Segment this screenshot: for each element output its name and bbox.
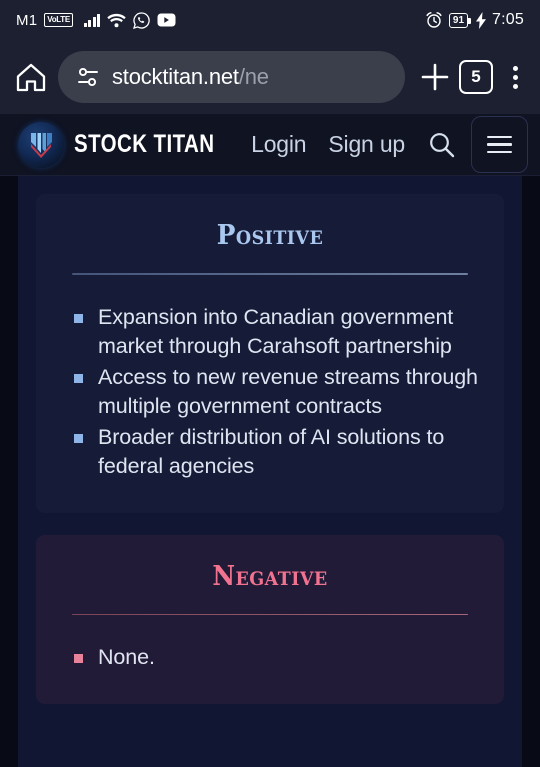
positive-card: Positive Expansion into Canadian governm… [36, 194, 504, 513]
list-item: Access to new revenue streams through mu… [72, 363, 480, 421]
negative-points-list: None. [60, 643, 480, 672]
login-link[interactable]: Login [251, 131, 306, 158]
status-bar: M1 VoLTE 91 7:05 [0, 0, 540, 40]
search-icon[interactable] [427, 130, 457, 160]
tab-count-button[interactable]: 5 [459, 60, 493, 94]
list-item: Broader distribution of AI solutions to … [72, 423, 480, 481]
negative-card-divider [72, 613, 468, 615]
url-text[interactable]: stocktitan.net/ne [112, 64, 269, 90]
three-dot-menu-icon[interactable] [501, 65, 526, 89]
positive-card-divider [72, 273, 468, 275]
whatsapp-icon [133, 11, 151, 29]
negative-card: Negative None. [36, 534, 504, 704]
signup-link[interactable]: Sign up [328, 131, 405, 158]
positive-card-title: Positive [216, 220, 324, 251]
site-header: STOCK TITAN Login Sign up [0, 114, 540, 176]
stock-titan-logo-icon[interactable] [18, 121, 64, 168]
site-nav: Login Sign up [251, 130, 457, 160]
status-bar-right: 91 7:05 [425, 11, 524, 29]
url-bar[interactable]: stocktitan.net/ne [58, 51, 405, 103]
page-body: Positive Expansion into Canadian governm… [0, 176, 540, 767]
negative-card-title: Negative [212, 560, 328, 592]
positive-points-list: Expansion into Canadian government marke… [60, 303, 480, 481]
youtube-icon [157, 13, 176, 27]
home-icon[interactable] [14, 60, 48, 94]
list-item: Expansion into Canadian government marke… [72, 303, 480, 361]
page-settings-icon[interactable] [76, 66, 100, 88]
article-content: Positive Expansion into Canadian governm… [18, 176, 522, 767]
list-item: None. [72, 643, 480, 672]
site-brand-label[interactable]: STOCK TITAN [74, 130, 214, 159]
browser-toolbar: stocktitan.net/ne 5 [0, 40, 540, 114]
url-domain: stocktitan.net [112, 64, 239, 89]
volte-badge: VoLTE [44, 13, 73, 27]
hamburger-menu-icon[interactable] [471, 116, 528, 173]
url-path: /ne [238, 64, 269, 89]
status-bar-left: M1 VoLTE [16, 12, 176, 29]
alarm-clock-icon [425, 11, 443, 29]
new-tab-button[interactable] [419, 61, 451, 93]
charging-bolt-icon [476, 11, 487, 29]
clock-label: 7:05 [492, 11, 524, 28]
carrier-label: M1 [16, 11, 38, 29]
battery-percent-label: 91 [452, 14, 465, 26]
wifi-icon [107, 13, 127, 28]
signal-bars-icon [83, 13, 101, 27]
battery-icon: 91 [448, 12, 471, 28]
